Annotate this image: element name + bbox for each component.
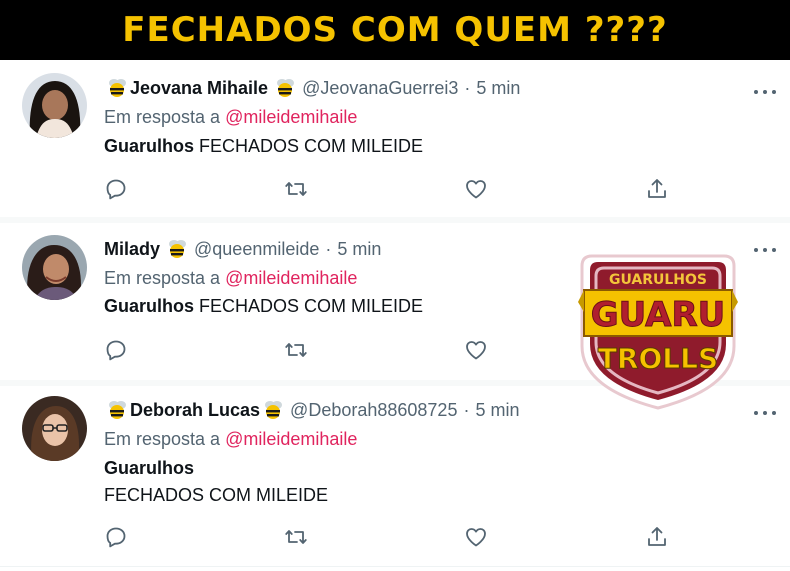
- tweet-body-text: FECHADOS COM MILEIDE: [199, 296, 424, 316]
- timestamp[interactable]: 5 min: [337, 239, 381, 260]
- tweet-bold-word: Guarulhos: [104, 136, 195, 156]
- banner-title: FECHADOS COM QUEM ????: [122, 10, 668, 50]
- guaru-trolls-logo: GUARULHOS GUARU TROLLS: [578, 250, 738, 412]
- timestamp[interactable]: 5 min: [475, 400, 519, 421]
- heart-icon[interactable]: [464, 338, 488, 362]
- reply-context: Em resposta a @mileidemihaile: [104, 107, 357, 128]
- retweet-icon[interactable]: [284, 338, 308, 362]
- display-name[interactable]: Milady: [104, 239, 160, 260]
- tweet-body-text: FECHADOS COM MILEIDE: [104, 485, 329, 505]
- tweet-1[interactable]: Jeovana Mihaile @JeovanaGuerrei3 · 5 min…: [0, 60, 790, 217]
- reply-context: Em resposta a @mileidemihaile: [104, 268, 357, 289]
- tweet-header: Deborah Lucas @Deborah88608725 · 5 min: [104, 399, 519, 421]
- retweet-icon[interactable]: [284, 177, 308, 201]
- separator-dot: ·: [463, 399, 470, 420]
- header-banner: FECHADOS COM QUEM ????: [0, 0, 790, 60]
- logo-bottom-text: TROLLS: [598, 342, 718, 375]
- user-handle[interactable]: @queenmileide: [194, 239, 319, 260]
- bee-emoji-icon: [106, 77, 128, 99]
- tweet-3[interactable]: Deborah Lucas @Deborah88608725 · 5 min E…: [0, 386, 790, 566]
- heart-icon[interactable]: [464, 177, 488, 201]
- tweet-header: Milady @queenmileide · 5 min: [104, 238, 381, 260]
- bee-emoji-icon: [166, 238, 188, 260]
- timestamp[interactable]: 5 min: [476, 78, 520, 99]
- tweet-body-text: FECHADOS COM MILEIDE: [199, 136, 424, 156]
- tweet-text: Guarulhos FECHADOS COM MILEIDE: [104, 293, 423, 320]
- user-handle[interactable]: @Deborah88608725: [290, 400, 457, 421]
- reply-prefix: Em resposta a: [104, 429, 221, 449]
- heart-icon[interactable]: [464, 525, 488, 549]
- tweet-text: Guarulhos FECHADOS COM MILEIDE: [104, 133, 423, 160]
- display-name[interactable]: Jeovana Mihaile: [130, 78, 268, 99]
- separator-dot: ·: [325, 238, 332, 259]
- reply-icon[interactable]: [104, 525, 128, 549]
- bottom-divider: [0, 566, 790, 567]
- tweet-text: Guarulhos FECHADOS COM MILEIDE: [104, 455, 328, 509]
- avatar[interactable]: [22, 235, 87, 300]
- reply-icon[interactable]: [104, 338, 128, 362]
- reply-context: Em resposta a @mileidemihaile: [104, 429, 357, 450]
- reply-mention-link[interactable]: @mileidemihaile: [225, 268, 357, 288]
- reply-prefix: Em resposta a: [104, 268, 221, 288]
- more-icon[interactable]: [754, 85, 776, 99]
- tweet-header: Jeovana Mihaile @JeovanaGuerrei3 · 5 min: [104, 77, 520, 99]
- reply-prefix: Em resposta a: [104, 107, 221, 127]
- reply-mention-link[interactable]: @mileidemihaile: [225, 429, 357, 449]
- tweet-bold-word: Guarulhos: [104, 296, 195, 316]
- logo-middle-text: GUARU: [591, 295, 726, 335]
- reply-icon[interactable]: [104, 177, 128, 201]
- bee-emoji-icon: [262, 399, 284, 421]
- bee-emoji-icon: [274, 77, 296, 99]
- more-icon[interactable]: [754, 243, 776, 257]
- retweet-icon[interactable]: [284, 525, 308, 549]
- logo-top-text: GUARULHOS: [609, 272, 707, 288]
- user-handle[interactable]: @JeovanaGuerrei3: [302, 78, 458, 99]
- separator-dot: ·: [464, 77, 471, 98]
- reply-mention-link[interactable]: @mileidemihaile: [225, 107, 357, 127]
- bee-emoji-icon: [106, 399, 128, 421]
- more-icon[interactable]: [754, 406, 776, 420]
- tweet-bold-word: Guarulhos: [104, 458, 195, 478]
- share-icon[interactable]: [645, 177, 669, 201]
- share-icon[interactable]: [645, 525, 669, 549]
- display-name[interactable]: Deborah Lucas: [130, 400, 260, 421]
- avatar[interactable]: [22, 73, 87, 138]
- avatar[interactable]: [22, 396, 87, 461]
